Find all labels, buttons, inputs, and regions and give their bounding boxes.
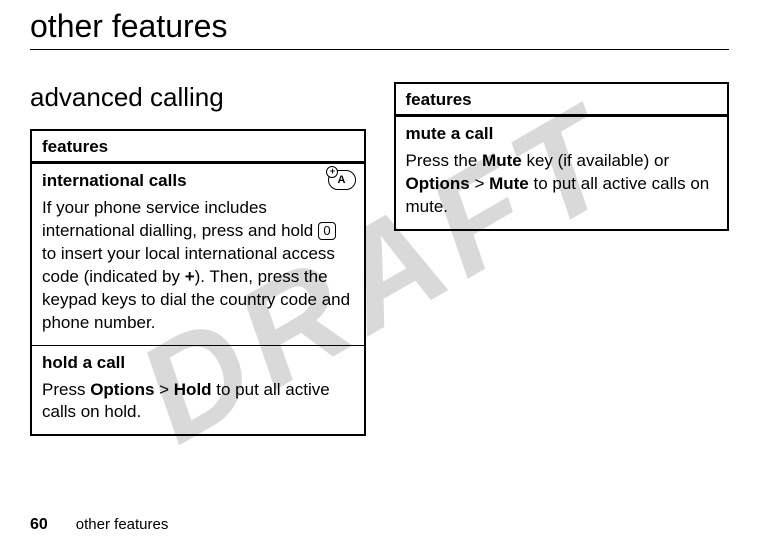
- columns: advanced calling features + A internatio…: [30, 82, 729, 436]
- text: Press: [42, 380, 90, 399]
- table-row: + A international calls If your phone se…: [32, 164, 364, 345]
- separator: >: [154, 380, 173, 399]
- menu-hold: Hold: [174, 380, 212, 399]
- text: If your phone service includes internati…: [42, 198, 318, 240]
- table-row: hold a call Press Options > Hold to put …: [32, 345, 364, 435]
- feature-body: If your phone service includes internati…: [42, 197, 354, 335]
- network-roaming-icon: + A: [328, 170, 356, 190]
- keypad-key-0: 0: [318, 222, 336, 240]
- plus-symbol: +: [185, 267, 195, 286]
- feature-title: mute a call: [406, 123, 718, 146]
- left-column: advanced calling features + A internatio…: [30, 82, 366, 436]
- title-rule: [30, 49, 729, 50]
- separator: >: [470, 174, 489, 193]
- page-title: other features: [30, 8, 729, 45]
- page-content: other features advanced calling features…: [0, 0, 759, 548]
- footer-section: other features: [76, 516, 169, 533]
- section-heading: advanced calling: [30, 82, 366, 113]
- feature-title: hold a call: [42, 352, 354, 375]
- table-header: features: [396, 84, 728, 117]
- feature-body: Press Options > Hold to put all active c…: [42, 379, 354, 425]
- text: Press the: [406, 151, 483, 170]
- feature-title: international calls: [42, 170, 354, 193]
- key-mute: Mute: [482, 151, 522, 170]
- text: key (if available) or: [522, 151, 669, 170]
- icon-letter: A: [338, 173, 346, 188]
- table-header: features: [32, 131, 364, 164]
- menu-options: Options: [406, 174, 470, 193]
- icon-plus: +: [328, 167, 338, 176]
- menu-mute: Mute: [489, 174, 529, 193]
- menu-options: Options: [90, 380, 154, 399]
- page-number: 60: [30, 516, 48, 534]
- page-footer: 60 other features: [30, 516, 168, 534]
- features-table-left: features + A international calls If your…: [30, 129, 366, 436]
- features-table-right: features mute a call Press the Mute key …: [394, 82, 730, 231]
- right-column: features mute a call Press the Mute key …: [394, 82, 730, 231]
- feature-body: Press the Mute key (if available) or Opt…: [406, 150, 718, 219]
- table-row: mute a call Press the Mute key (if avail…: [396, 117, 728, 229]
